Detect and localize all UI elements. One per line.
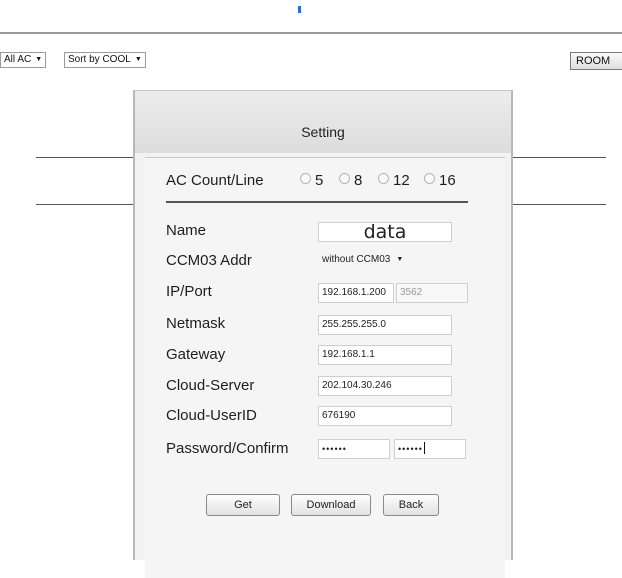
- name-label: Name: [166, 222, 207, 239]
- dialog-titlebar: Setting: [135, 91, 511, 153]
- sort-select[interactable]: Sort by COOL ▼: [64, 52, 146, 68]
- get-button[interactable]: Get: [206, 494, 280, 516]
- text-cursor: [423, 442, 425, 454]
- gateway-label: Gateway: [166, 346, 226, 363]
- radio-icon: [339, 173, 350, 184]
- port-input[interactable]: 3562: [396, 283, 468, 303]
- netmask-label: Netmask: [166, 315, 226, 332]
- toolbar: All AC ▼ Sort by COOL ▼ ROOM: [0, 52, 622, 70]
- ac-count-radio-12[interactable]: 12: [378, 172, 410, 189]
- confirm-password-value: ••••••: [398, 444, 423, 454]
- ac-count-label: AC Count/Line: [166, 172, 264, 189]
- cloud-userid-label: Cloud-UserID: [166, 407, 257, 424]
- dialog-title: Setting: [301, 124, 345, 140]
- background-line: [36, 204, 136, 205]
- chevron-down-icon: ▼: [35, 56, 43, 63]
- password-label: Password/Confirm: [166, 440, 289, 457]
- ip-port-label: IP/Port: [166, 283, 212, 300]
- ccm03-addr-value: without CCM03: [322, 254, 391, 265]
- radio-icon: [378, 173, 389, 184]
- top-indicator: [298, 6, 301, 13]
- ccm03-addr-label: CCM03 Addr: [166, 252, 252, 269]
- radio-icon: [424, 173, 435, 184]
- section-divider: [166, 201, 468, 203]
- chevron-down-icon: ▼: [134, 56, 142, 63]
- ac-count-radio-16[interactable]: 16: [424, 172, 456, 189]
- confirm-password-input[interactable]: ••••••: [394, 439, 466, 459]
- filter-select[interactable]: All AC ▼: [0, 52, 47, 68]
- password-input[interactable]: ••••••: [318, 439, 390, 459]
- name-input[interactable]: data: [318, 222, 452, 242]
- cloud-userid-input[interactable]: 676190: [318, 406, 452, 426]
- sort-select-value: Sort by COOL: [68, 54, 131, 65]
- filter-select-value: All AC: [4, 54, 32, 65]
- background-line: [510, 157, 606, 158]
- ip-input[interactable]: 192.168.1.200: [318, 283, 394, 303]
- gateway-input[interactable]: 192.168.1.1: [318, 345, 452, 365]
- netmask-input[interactable]: 255.255.255.0: [318, 315, 452, 335]
- background-line: [36, 157, 136, 158]
- download-button[interactable]: Download: [291, 494, 371, 516]
- ccm03-addr-select[interactable]: without CCM03 ▼: [322, 250, 403, 270]
- back-button[interactable]: Back: [383, 494, 439, 516]
- cloud-server-input[interactable]: 202.104.30.246: [318, 376, 452, 396]
- chevron-down-icon: ▼: [396, 256, 404, 263]
- room-button[interactable]: ROOM: [570, 52, 622, 70]
- radio-icon: [300, 173, 311, 184]
- ac-count-radio-8[interactable]: 8: [339, 172, 362, 189]
- background-line: [510, 204, 606, 205]
- ac-count-radio-5[interactable]: 5: [300, 172, 323, 189]
- top-divider: [0, 32, 622, 34]
- cloud-server-label: Cloud-Server: [166, 377, 255, 394]
